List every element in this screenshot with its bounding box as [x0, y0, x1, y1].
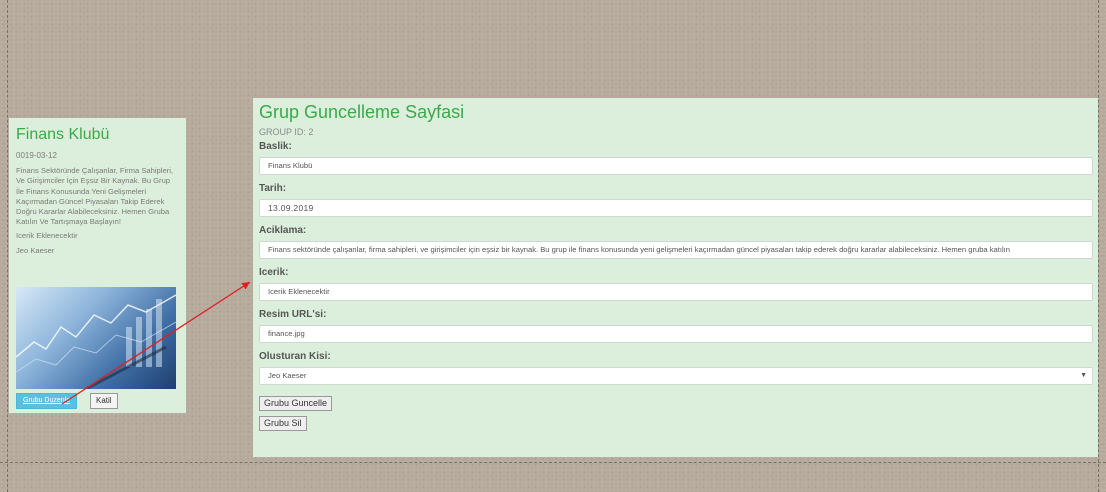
background-seam [1098, 0, 1099, 492]
tarih-label: Tarih: [259, 183, 287, 194]
icerik-input[interactable]: Icerik Eklenecektir [259, 283, 1093, 301]
group-card-image [16, 287, 176, 389]
icerik-label: Icerik: [259, 267, 289, 278]
baslik-input[interactable]: Finans Klubü [259, 157, 1093, 175]
update-group-button[interactable]: Grubu Guncelle [259, 396, 333, 411]
background-seam [0, 462, 1106, 463]
chevron-down-icon: ▼ [1080, 372, 1087, 379]
background-seam [7, 0, 8, 492]
group-card-description: Finans Sektöründe Çalışanlar, Firma Sahi… [16, 166, 174, 227]
page-title: Grup Guncelleme Sayfasi [259, 102, 465, 122]
group-id-label: GROUP ID: 2 [259, 127, 314, 137]
baslik-label: Baslik: [259, 141, 292, 152]
aciklama-input[interactable]: Finans sektöründe çalışanlar, firma sahi… [259, 241, 1093, 259]
tarih-input[interactable]: 13.09.2019 [259, 199, 1093, 217]
group-card-title: Finans Klubü [16, 126, 110, 143]
resim-url-input[interactable]: finance.jpg [259, 325, 1093, 343]
resim-url-label: Resim URL'si: [259, 309, 327, 320]
group-card-date: 0019-03-12 [16, 151, 57, 160]
group-card-content: Icerik Eklenecektir [16, 230, 78, 240]
aciklama-label: Aciklama: [259, 225, 307, 236]
join-group-button[interactable]: Katil [90, 393, 118, 409]
olusturan-select[interactable]: Jeo Kaeser ▼ [259, 367, 1093, 385]
edit-group-button[interactable]: Grubu Duzenle [16, 393, 78, 409]
group-card-author: Jeo Kaeser [16, 245, 55, 255]
olusturan-select-value: Jeo Kaeser [268, 371, 307, 380]
group-update-panel: Grup Guncelleme Sayfasi GROUP ID: 2 Basl… [253, 98, 1098, 457]
olusturan-label: Olusturan Kisi: [259, 351, 331, 362]
group-card: Finans Klubü 0019-03-12 Finans Sektöründ… [9, 118, 186, 413]
delete-group-button[interactable]: Grubu Sil [259, 416, 307, 431]
